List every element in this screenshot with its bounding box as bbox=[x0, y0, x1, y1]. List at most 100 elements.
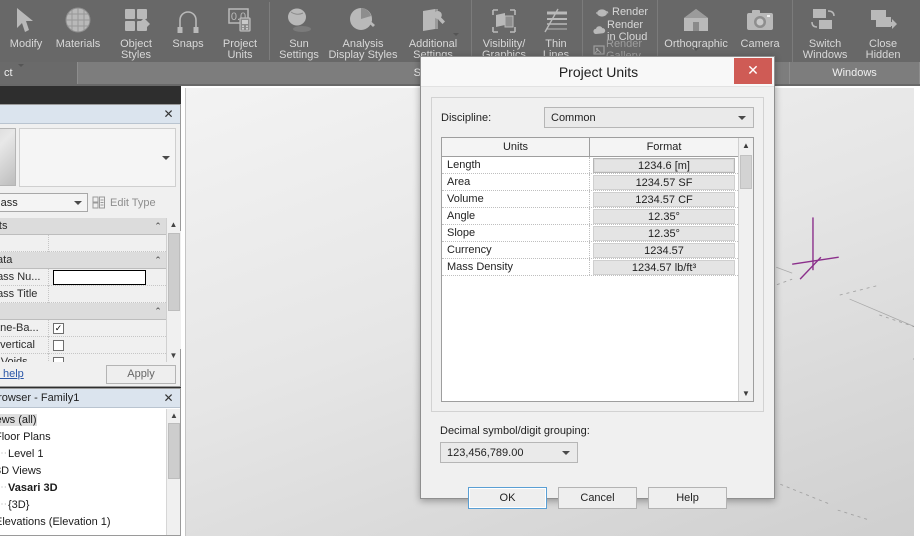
tree-node-vasari-3d[interactable]: ⋯⋯ Vasari 3D bbox=[0, 479, 166, 496]
property-value[interactable] bbox=[48, 234, 166, 252]
help-button[interactable]: Help bbox=[648, 487, 727, 509]
dialog-title-bar[interactable]: Project Units ✕ bbox=[421, 57, 774, 87]
collapse-icon[interactable]: ⌃ bbox=[150, 306, 166, 317]
scroll-up-icon[interactable]: ▲ bbox=[167, 409, 181, 422]
chevron-down-icon[interactable] bbox=[17, 64, 24, 79]
scroll-thumb[interactable] bbox=[740, 155, 752, 189]
format-button[interactable]: 12.35° bbox=[593, 209, 735, 224]
format-button[interactable]: 1234.57 CF bbox=[593, 192, 735, 207]
ribbon-button-camera[interactable]: Camera bbox=[731, 0, 789, 50]
properties-help-link[interactable]: erties help bbox=[0, 368, 100, 380]
ribbon-button-switch-windows[interactable]: Switch Windows bbox=[796, 0, 854, 61]
column-header-units[interactable]: Units bbox=[442, 138, 590, 156]
ribbon-button-project-units[interactable]: 0.0 Project Units bbox=[211, 0, 269, 61]
property-row-work-plane-based[interactable]: rk Plane-Ba... ✓ bbox=[0, 319, 166, 337]
ribbon-button-object-styles[interactable]: Object Styles bbox=[107, 0, 165, 61]
table-row[interactable]: Angle 12.35° bbox=[442, 208, 738, 225]
ribbon-button-orthographic[interactable]: Orthographic bbox=[661, 0, 731, 51]
property-row-cut-with-voids[interactable]: t with Voids bbox=[0, 353, 166, 362]
property-row-omniclass-number[interactable]: nniClass Nu... bbox=[0, 268, 166, 286]
tree-node-floor-plans[interactable]: –⋯ Floor Plans bbox=[0, 428, 166, 445]
omniclass-number-input[interactable] bbox=[53, 269, 146, 285]
ribbon-button-visibility-graphics[interactable]: Visibility/ Graphics bbox=[475, 0, 533, 61]
ribbon-button-analysis-display-styles[interactable]: Analysis Display Styles bbox=[328, 0, 398, 61]
units-table-scrollbar[interactable]: ▲ ▼ bbox=[738, 138, 753, 401]
scroll-down-icon[interactable]: ▼ bbox=[739, 386, 753, 401]
close-icon[interactable]: ✕ bbox=[161, 107, 176, 122]
property-value[interactable] bbox=[48, 285, 166, 303]
work-plane-based-checkbox[interactable]: ✓ bbox=[53, 322, 64, 334]
property-value[interactable] bbox=[48, 336, 166, 354]
tree-node-views-all[interactable]: Views (all) bbox=[0, 411, 166, 428]
table-row[interactable]: Area 1234.57 SF bbox=[442, 174, 738, 191]
scroll-up-icon[interactable]: ▲ bbox=[739, 138, 753, 153]
scroll-thumb[interactable] bbox=[167, 233, 180, 311]
unit-format-cell[interactable]: 12.35° bbox=[590, 208, 738, 224]
edit-type-button[interactable]: Edit Type bbox=[92, 196, 176, 209]
discipline-select[interactable]: Common bbox=[544, 107, 754, 128]
property-group-constraints[interactable]: straints ⌃ bbox=[0, 218, 166, 235]
chevron-down-icon[interactable] bbox=[453, 33, 459, 36]
property-value[interactable]: ✓ bbox=[48, 319, 166, 337]
property-group-other[interactable]: er ⌃ bbox=[0, 303, 166, 320]
unit-format-cell[interactable]: 1234.57 SF bbox=[590, 174, 738, 190]
format-button[interactable]: 1234.57 bbox=[593, 243, 735, 258]
ribbon-button-thin-lines[interactable]: Thin Lines bbox=[533, 0, 579, 61]
ribbon-button-modify[interactable]: Modify bbox=[3, 0, 49, 50]
ribbon-button-close-hidden[interactable]: Close Hidden bbox=[854, 0, 912, 61]
chevron-down-icon[interactable] bbox=[562, 450, 570, 455]
format-button[interactable]: 12.35° bbox=[593, 226, 735, 241]
format-button[interactable]: 1234.6 [m] bbox=[593, 158, 735, 173]
family-selector-combo[interactable]: ily: Mass bbox=[0, 193, 88, 212]
unit-format-cell[interactable]: 1234.57 CF bbox=[590, 191, 738, 207]
table-row[interactable]: Slope 12.35° bbox=[442, 225, 738, 242]
collapse-icon[interactable]: ⌃ bbox=[150, 221, 166, 232]
tree-node-3d[interactable]: ⋯⋯ {3D} bbox=[0, 496, 166, 513]
always-vertical-checkbox[interactable] bbox=[53, 339, 64, 351]
tree-node-level-1[interactable]: ⋯⋯ Level 1 bbox=[0, 445, 166, 462]
close-icon[interactable]: ✕ bbox=[161, 391, 176, 406]
scroll-track[interactable] bbox=[166, 231, 181, 349]
ribbon-left-tab[interactable]: ct bbox=[0, 62, 78, 84]
property-row-always-vertical[interactable]: ways vertical bbox=[0, 336, 166, 354]
ribbon-button-snaps[interactable]: Snaps bbox=[165, 0, 211, 50]
table-row[interactable]: Currency 1234.57 bbox=[442, 242, 738, 259]
ribbon-button-additional-settings[interactable]: Additional Settings bbox=[398, 0, 468, 61]
column-header-format[interactable]: Format bbox=[590, 138, 738, 156]
ok-button[interactable]: OK bbox=[468, 487, 547, 509]
property-row-omniclass-title[interactable]: nniClass Title bbox=[0, 285, 166, 303]
properties-scrollbar[interactable]: ▲ ▼ bbox=[166, 218, 181, 362]
cancel-button[interactable]: Cancel bbox=[558, 487, 637, 509]
project-browser-scrollbar[interactable]: ▲ bbox=[166, 409, 180, 535]
scroll-up-icon[interactable]: ▲ bbox=[167, 218, 181, 231]
collapse-icon[interactable]: ⌃ bbox=[150, 255, 166, 266]
property-value[interactable] bbox=[48, 268, 166, 286]
scroll-track[interactable] bbox=[739, 153, 753, 386]
chevron-down-icon[interactable] bbox=[74, 200, 82, 205]
tree-node-elevations[interactable]: –⋯ Elevations (Elevation 1) bbox=[0, 513, 166, 530]
unit-format-cell[interactable]: 1234.6 [m] bbox=[590, 157, 738, 173]
ribbon-button-sun-settings[interactable]: Sun Settings bbox=[270, 0, 328, 61]
unit-format-cell[interactable]: 1234.57 lb/ft³ bbox=[590, 259, 738, 275]
decimal-symbol-select[interactable]: 123,456,789.00 bbox=[440, 442, 578, 463]
type-preview-box[interactable] bbox=[19, 128, 176, 187]
ribbon-button-materials[interactable]: Materials bbox=[49, 0, 107, 50]
property-row-host[interactable]: st bbox=[0, 234, 166, 252]
property-value[interactable] bbox=[48, 353, 166, 362]
close-icon[interactable]: ✕ bbox=[734, 57, 772, 84]
chevron-down-icon[interactable] bbox=[693, 48, 700, 51]
chevron-down-icon[interactable] bbox=[738, 115, 746, 120]
property-group-identity-data[interactable]: tity Data ⌃ bbox=[0, 252, 166, 269]
scroll-down-icon[interactable]: ▼ bbox=[167, 349, 181, 362]
table-row[interactable]: Volume 1234.57 CF bbox=[442, 191, 738, 208]
unit-format-cell[interactable]: 1234.57 bbox=[590, 242, 738, 258]
chevron-down-icon[interactable] bbox=[162, 155, 170, 160]
table-row[interactable]: Mass Density 1234.57 lb/ft³ bbox=[442, 259, 738, 276]
unit-format-cell[interactable]: 12.35° bbox=[590, 225, 738, 241]
table-row[interactable]: Length 1234.6 [m] bbox=[442, 157, 738, 174]
scroll-thumb[interactable] bbox=[168, 423, 180, 479]
format-button[interactable]: 1234.57 SF bbox=[593, 175, 735, 190]
format-button[interactable]: 1234.57 lb/ft³ bbox=[593, 260, 735, 275]
tree-node-3d-views[interactable]: –⋯ 3D Views bbox=[0, 462, 166, 479]
apply-button[interactable]: Apply bbox=[106, 364, 176, 384]
